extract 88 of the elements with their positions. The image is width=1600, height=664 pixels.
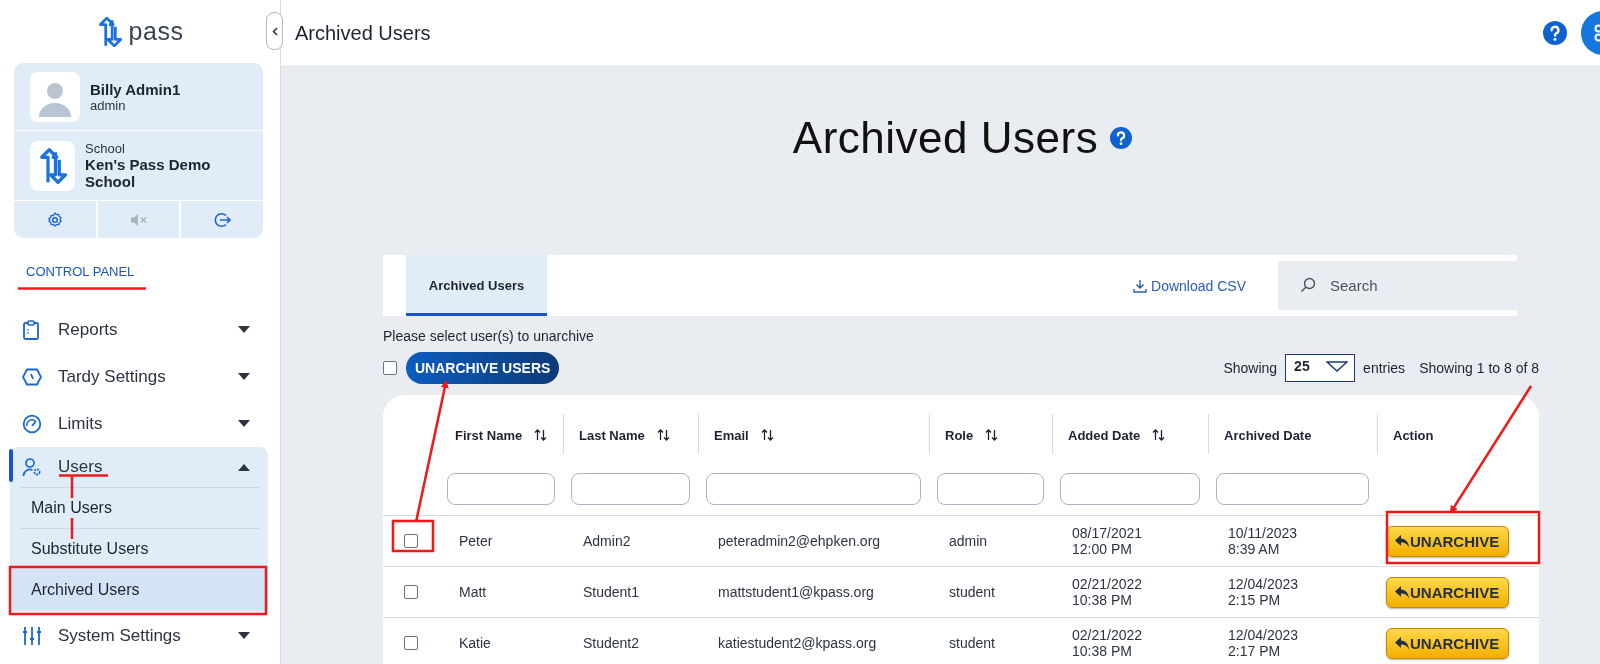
table-cell: student (949, 584, 995, 600)
nav-item[interactable]: Limits (0, 400, 280, 447)
filter-field[interactable] (937, 473, 1044, 505)
hexagon-icon (22, 367, 42, 386)
logo-text: pass (128, 17, 184, 46)
select-all-checkbox[interactable] (383, 361, 397, 375)
help-icon[interactable] (1110, 126, 1133, 149)
nav-subitem[interactable]: Main Users (31, 498, 112, 518)
table-cell: peteradmin2@ehpken.org (718, 533, 881, 549)
sort-icon[interactable] (1152, 429, 1166, 441)
avatar-placeholder (30, 71, 80, 122)
nav-item[interactable]: Reports (0, 306, 280, 353)
column-header[interactable]: Added Date (1068, 427, 1141, 443)
table-cell: Matt (459, 584, 487, 600)
column-header[interactable]: Last Name (579, 427, 645, 443)
download-icon (1133, 278, 1148, 293)
reply-icon (1395, 636, 1409, 650)
user-gear-icon (22, 457, 42, 477)
nav-item[interactable]: Tardy Settings (0, 353, 280, 400)
entries-summary: Showing 1 to 8 of 8 (1419, 360, 1539, 376)
collapse-button[interactable] (266, 12, 283, 50)
unarchive-button[interactable]: UNARCHIVE (1386, 627, 1510, 659)
table-cell: 10/11/2023 8:39 AM (1228, 525, 1298, 557)
school-label: School (85, 141, 126, 156)
column-header: Action (1393, 427, 1434, 443)
filter-field[interactable] (706, 473, 921, 505)
page-size-label: entries (1363, 360, 1406, 376)
column-header: Archived Date (1224, 427, 1312, 443)
filter-field[interactable] (447, 473, 555, 505)
page-heading: Archived Users (792, 112, 1099, 163)
filter-field[interactable] (1060, 473, 1200, 505)
table-cell: Peter (459, 533, 493, 549)
chevron-down-icon (1326, 360, 1349, 372)
unarchive-users-button[interactable]: UNARCHIVE USERS (406, 352, 560, 384)
sliders-icon (22, 625, 42, 646)
section-heading: CONTROL PANEL (26, 264, 136, 281)
nav-subitem[interactable]: Substitute Users (31, 539, 149, 559)
gauge-icon (22, 413, 42, 434)
sort-icon[interactable] (534, 429, 548, 441)
table-cell: Admin2 (583, 533, 631, 549)
logout-icon[interactable] (213, 211, 231, 228)
unarchive-button[interactable]: UNARCHIVE (1386, 576, 1510, 608)
table-cell: mattstudent1@kpass.org (718, 584, 874, 600)
table-cell: 12/04/2023 2:17 PM (1228, 627, 1299, 659)
nav-item[interactable]: Users (10, 447, 268, 487)
download-link[interactable]: Download CSV (1127, 255, 1252, 316)
unarchive-button[interactable]: UNARCHIVE (1386, 525, 1510, 557)
school-name: Ken's Pass Demo School (85, 156, 212, 190)
column-header[interactable]: First Name (455, 427, 523, 443)
search-field[interactable]: Search (1278, 261, 1517, 310)
help-icon[interactable] (1543, 21, 1567, 45)
sort-icon[interactable] (985, 429, 999, 441)
filter-field[interactable] (1216, 473, 1369, 505)
user-name: Billy Admin1 (90, 80, 181, 98)
highlight-frame (391, 519, 435, 553)
nav-item[interactable]: System Settings (0, 612, 280, 659)
search-icon (1300, 277, 1316, 293)
chevron-left-icon (271, 26, 278, 36)
table-cell: katiestudent2@kpass.org (718, 635, 877, 651)
table-cell: Katie (459, 635, 491, 651)
clipboard-icon (22, 319, 40, 340)
filter-field[interactable] (571, 473, 690, 505)
sort-icon[interactable] (760, 429, 774, 441)
table-cell: student (949, 635, 995, 651)
table-cell: Student1 (583, 584, 640, 600)
reply-icon (1395, 534, 1409, 548)
reply-icon (1395, 585, 1409, 599)
page-title: Archived Users (295, 21, 432, 45)
table-cell: Student2 (583, 635, 640, 651)
row-checkbox[interactable] (404, 534, 418, 548)
tab[interactable]: Archived Users (406, 255, 547, 316)
instruction-text: Please select user(s) to unarchive (383, 328, 595, 344)
pass-logo-icon (96, 15, 123, 48)
page-size-label: Showing (1223, 360, 1278, 376)
school-logo-icon (37, 146, 68, 185)
column-header[interactable]: Email (714, 427, 749, 443)
table-cell: admin (949, 533, 988, 549)
row-checkbox[interactable] (404, 585, 418, 599)
table-cell: 02/21/2022 10:38 PM (1072, 627, 1143, 659)
row-checkbox[interactable] (404, 636, 418, 650)
page-size-select[interactable]: 25 (1285, 354, 1356, 382)
table-cell: 02/21/2022 10:38 PM (1072, 576, 1143, 608)
table-cell: 08/17/2021 12:00 PM (1072, 525, 1143, 557)
sort-icon[interactable] (656, 429, 670, 441)
column-header[interactable]: Role (945, 427, 974, 443)
table-cell: 12/04/2023 2:15 PM (1228, 576, 1299, 608)
settings-icon[interactable] (46, 211, 63, 228)
user-role: admin (90, 97, 127, 113)
